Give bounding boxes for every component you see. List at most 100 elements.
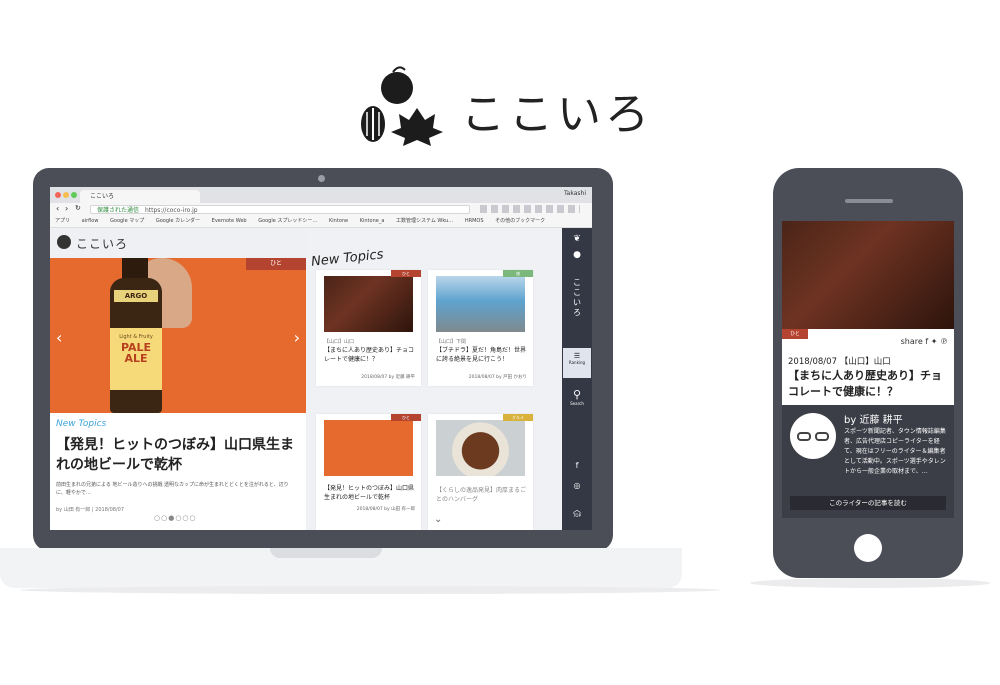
side-rail: ❦ ● ここいろ ☰ Ranking ⚲ Search f ◎ ︿ TOP [562, 228, 592, 530]
back-arrow-icon[interactable]: ‹ [56, 204, 59, 213]
brand-logo: ここいろ [355, 60, 675, 150]
author-avatar [790, 413, 836, 459]
bookmark-item[interactable]: Google カレンダー [156, 218, 200, 224]
chevron-right-icon[interactable]: › [294, 328, 300, 347]
hero-article[interactable]: New Topics 【発見！ヒットのつぼみ】山口県生まれの地ビールで乾杯 前田… [50, 413, 306, 530]
article-card[interactable]: 旅 【山口】下関 【ブチドラ】夏だ！角島だ！世界に誇る絶景を見に行こう！ 201… [428, 270, 533, 386]
hero-title[interactable]: 【発見！ヒットのつぼみ】山口県生まれの地ビールで乾杯 [56, 435, 296, 475]
ranking-button[interactable]: ☰ Ranking [563, 348, 591, 378]
bridge-image [436, 276, 525, 332]
top-label: TOP [572, 513, 581, 518]
hero-section-label: New Topics [56, 419, 107, 429]
minimize-window-icon[interactable] [63, 192, 69, 198]
extension-icons[interactable] [480, 205, 580, 213]
browser-tab-strip: ここいろ Takashi [50, 187, 592, 203]
address-bar[interactable]: 保護された通信 https://coco-iro.jp [90, 205, 470, 214]
card-title[interactable]: 【ブチドラ】夏だ！角島だ！世界に誇る絶景を見に行こう！ [436, 346, 528, 364]
close-window-icon[interactable] [55, 192, 61, 198]
laptop-shadow [20, 586, 720, 594]
browser-tab[interactable]: ここいろ [80, 190, 200, 203]
hero-slider[interactable]: ARGO Light & Fruity PALE ALE ひと ‹ › [50, 258, 306, 413]
hero-description: 前田生まれの兄弟による 地ビール造りへの挑戦 透明なカップに命が生まれとどくとを… [56, 482, 289, 496]
browser-user-name[interactable]: Takashi [564, 190, 586, 197]
bookmark-item[interactable]: Kintone_a [360, 218, 385, 224]
rail-vertical-logo[interactable]: ここいろ [572, 278, 582, 318]
brand-name: ここいろ [461, 89, 653, 140]
new-topics-heading: New Topics [310, 247, 385, 270]
bookmark-item[interactable]: アプリ [55, 218, 70, 224]
chocolate-image [782, 221, 954, 329]
card-byline: 2018/08/07 by 山田 有一郎 [356, 507, 415, 512]
bottle-label-main: PALE ALE [120, 341, 152, 365]
bookmark-item[interactable]: Evernote Web [212, 218, 247, 224]
reload-icon[interactable]: ↻ [75, 204, 81, 212]
phone-category-tag: ひと [782, 329, 808, 339]
laptop-screen: ここいろ Takashi ‹ › ↻ 保護された通信 https://coco-… [50, 187, 592, 530]
phone-screen: ひと share f ✦ ℗ 2018/08/07 【山口】山口 【まちに人あり… [782, 221, 954, 518]
facebook-icon[interactable]: f [925, 337, 928, 346]
chevron-left-icon[interactable]: ‹ [56, 328, 62, 347]
hero-category-tag: ひと [246, 258, 306, 270]
card-category: 【山口】下関 [436, 339, 467, 345]
search-button[interactable]: ⚲ Search [567, 388, 587, 406]
browser-toolbar: ‹ › ↻ 保護された通信 https://coco-iro.jp [50, 203, 592, 216]
bookmark-item[interactable]: その他のブックマーク [495, 218, 545, 224]
bookmark-item[interactable]: 工数管理システム Wku… [396, 218, 453, 224]
bookmark-item[interactable]: airflow [82, 218, 99, 224]
bookmark-item[interactable]: Google スプレッドシー… [258, 218, 317, 224]
card-tag: グルメ [503, 414, 533, 421]
brand-mark-icon [361, 66, 443, 146]
bottle-brand: ARGO [114, 290, 158, 302]
phone-speaker [845, 199, 893, 203]
card-title[interactable]: 【くらしの逸品発見】肉厚まるごとのハンバーグ [436, 486, 528, 504]
pinterest-icon[interactable]: ℗ [940, 337, 948, 346]
card-title[interactable]: 【発見！ヒットのつぼみ】山口県生まれの地ビールで乾杯 [324, 484, 416, 502]
maximize-window-icon[interactable] [71, 192, 77, 198]
website: ここいろ ARGO Light & Fruity PALE ALE ひと ‹ ›… [50, 228, 592, 530]
slider-dots[interactable]: ○○●○○○ [154, 514, 197, 522]
chevron-down-icon[interactable]: ⌄ [434, 514, 442, 525]
forward-arrow-icon[interactable]: › [65, 204, 68, 213]
back-to-top-button[interactable]: ︿ TOP [567, 506, 587, 519]
card-tag: 旅 [503, 270, 533, 277]
share-bar: share f ✦ ℗ [901, 337, 948, 346]
chocolate-image [324, 276, 413, 332]
card-title[interactable]: 【まちに人あり歴史あり】チョコレートで健康に！？ [324, 346, 416, 364]
phone-date-place: 2018/08/07 【山口】山口 [788, 357, 891, 367]
ranking-label: Ranking [568, 360, 586, 365]
read-author-articles-button[interactable]: このライターの記事を読む [790, 496, 946, 510]
secure-label: 保護された通信 [97, 207, 140, 214]
article-card[interactable]: ひと 【山口】山口 【まちに人あり歴史あり】チョコレートで健康に！？ 2018/… [316, 270, 421, 386]
card-byline: 2018/08/07 by 戸田 かおり [468, 375, 527, 380]
card-tag: ひと [391, 414, 421, 421]
twitter-icon[interactable]: ✦ [931, 337, 938, 346]
instagram-icon[interactable]: ◎ [567, 481, 587, 490]
card-tag: ひと [391, 270, 421, 277]
glasses-icon [815, 432, 829, 441]
mikan-icon[interactable]: ● [567, 250, 587, 260]
bookmark-item[interactable]: Kintone [329, 218, 348, 224]
author-name: by 近藤 耕平 [844, 415, 903, 426]
search-label: Search [570, 401, 584, 406]
site-logo-icon[interactable] [57, 235, 71, 249]
list-icon: ☰ [573, 352, 581, 360]
bookmarks-bar: アプリ airflow Google マップ Google カレンダー Ever… [50, 216, 592, 228]
glasses-icon [797, 432, 811, 441]
card-category: 【山口】山口 [324, 339, 355, 345]
share-label: share [900, 337, 923, 346]
site-logo-text[interactable]: ここいろ [76, 235, 128, 252]
bookmark-item[interactable]: HRMOS [465, 218, 484, 224]
facebook-icon[interactable]: f [567, 461, 587, 470]
new-topics-section: New Topics ひと 【山口】山口 【まちに人あり歴史あり】チョコレートで… [306, 228, 562, 530]
phone-shadow [750, 578, 990, 588]
article-card[interactable]: グルメ 【くらしの逸品発見】肉厚まるごとのハンバーグ [428, 414, 533, 530]
site-header: ここいろ [50, 228, 306, 258]
bookmark-item[interactable]: Google マップ [110, 218, 144, 224]
leaf-icon[interactable]: ❦ [567, 234, 587, 244]
phone-article-title[interactable]: 【まちに人あり歴史あり】チョコレートで健康に！？ [788, 368, 950, 400]
author-bio: スポーツ新聞記者、タウン情報誌編集者、広告代理店コピーライターを経て、現在はフリ… [844, 428, 946, 475]
hamburg-image [436, 420, 525, 476]
article-card[interactable]: ひと 【発見！ヒットのつぼみ】山口県生まれの地ビールで乾杯 2018/08/07… [316, 414, 421, 530]
url-text: https://coco-iro.jp [144, 207, 198, 214]
phone-home-button[interactable] [854, 534, 882, 562]
